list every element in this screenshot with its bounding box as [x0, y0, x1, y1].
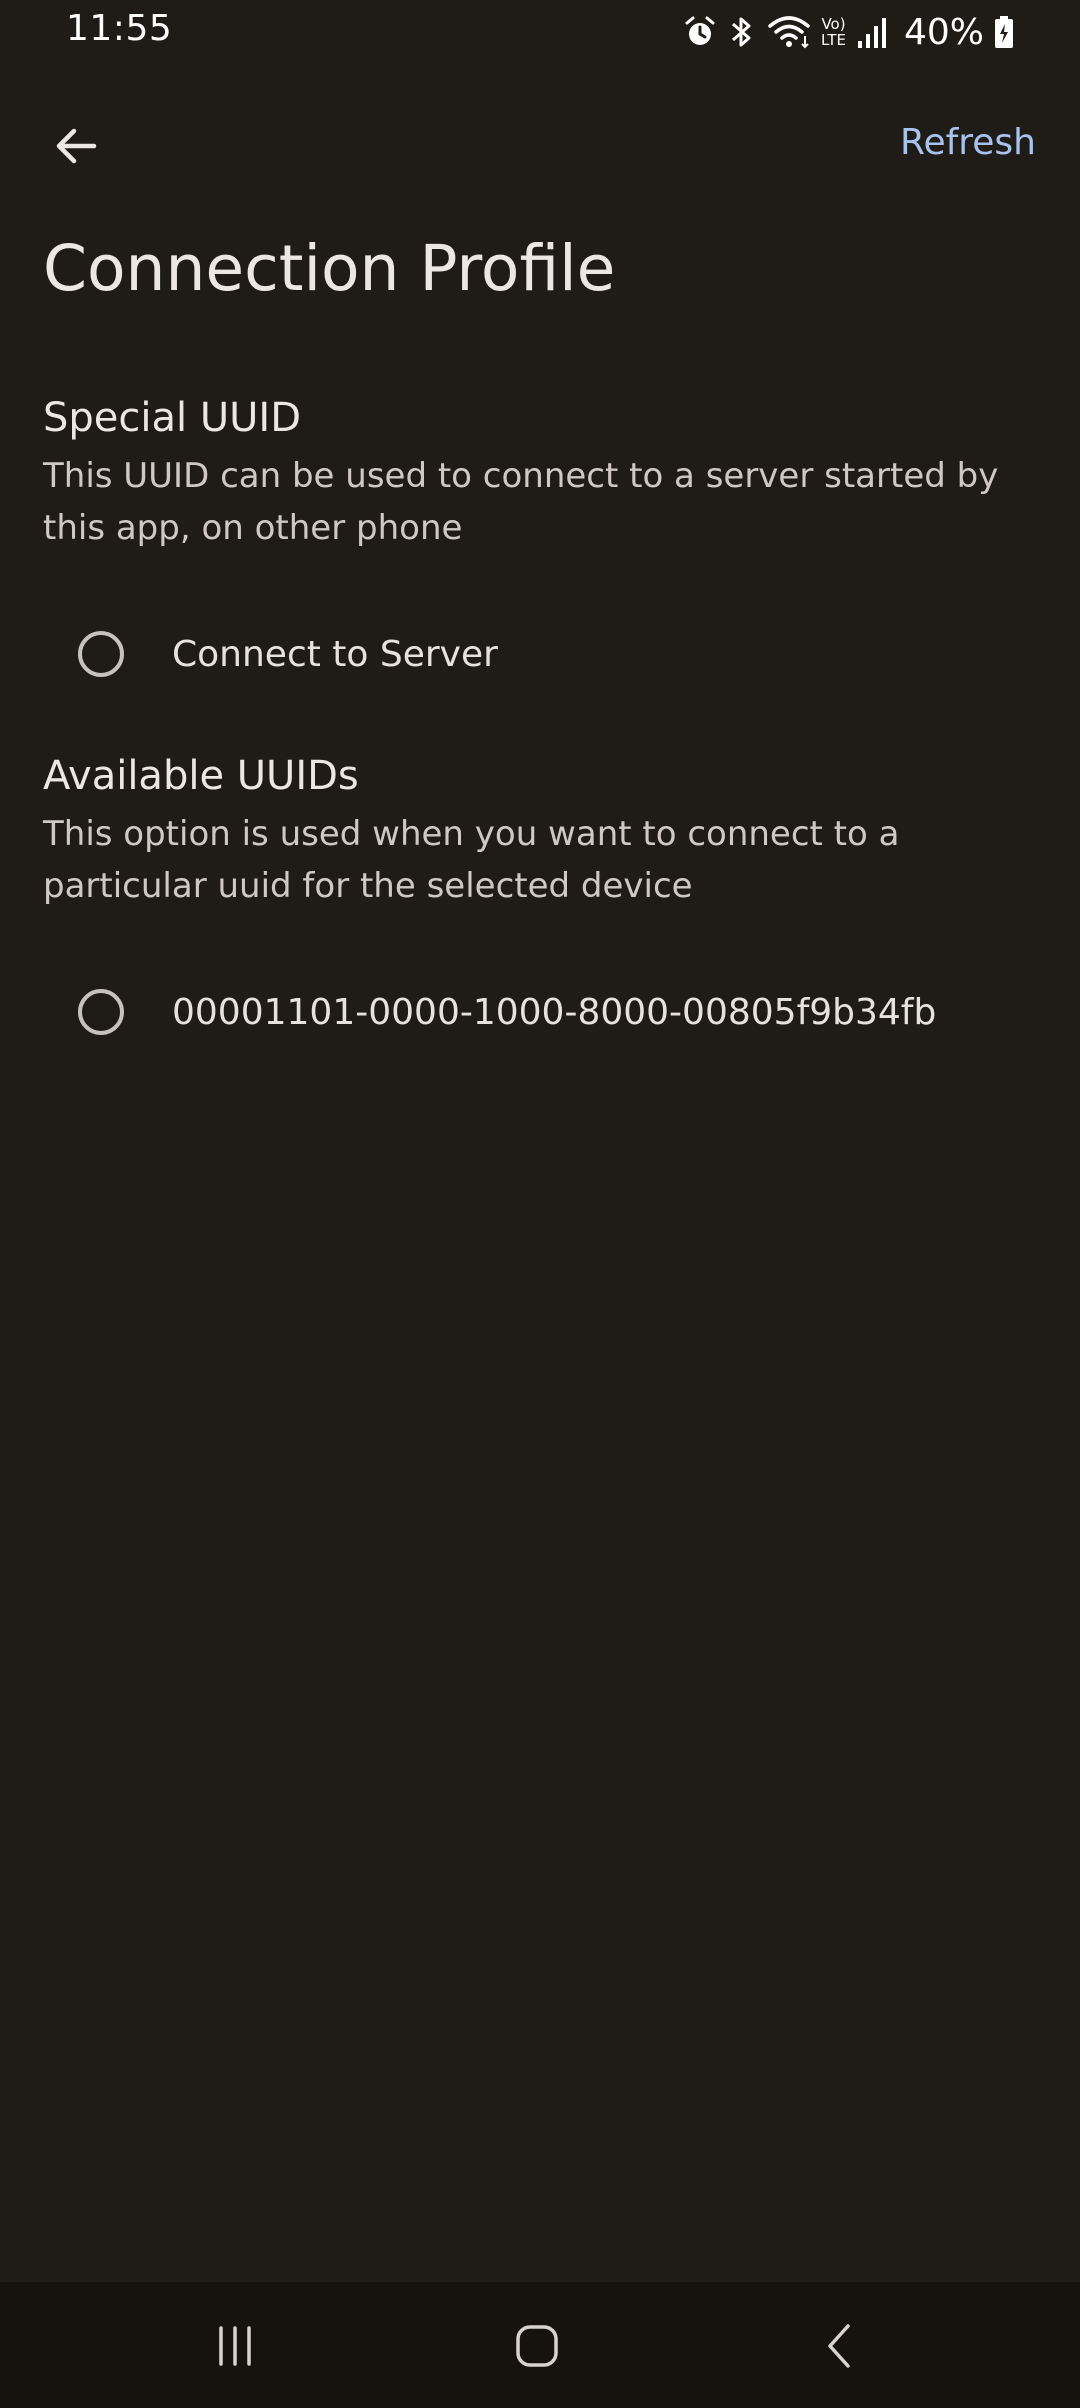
back-button[interactable] [40, 112, 112, 184]
available-uuids-description: This option is used when you want to con… [43, 814, 900, 906]
connect-to-server-radio[interactable] [78, 631, 124, 677]
special-uuid-section: Special UUID This UUID can be used to co… [43, 392, 1023, 554]
available-uuids-section: Available UUIDs This option is used when… [43, 750, 1023, 912]
available-uuids-title: Available UUIDs [43, 753, 359, 799]
special-uuid-description: This UUID can be used to connect to a se… [43, 456, 999, 548]
status-time: 11:55 [66, 8, 173, 49]
volte-top-text: Vo) [821, 15, 846, 33]
back-nav-icon [820, 2322, 860, 2374]
navigation-bar [0, 2282, 1080, 2408]
arrow-back-icon [52, 122, 100, 174]
bluetooth-icon [727, 14, 757, 50]
alarm-icon [683, 15, 717, 49]
volte-bottom-text: LTE [821, 31, 846, 49]
home-icon [514, 2323, 560, 2373]
recent-apps-button[interactable] [195, 2308, 275, 2388]
refresh-button[interactable]: Refresh [900, 122, 1036, 163]
connect-to-server-label[interactable]: Connect to Server [172, 634, 498, 675]
signal-icon [856, 15, 888, 49]
status-icons: Vo) LTE 40% [683, 8, 1014, 56]
volte-icon: Vo) LTE [821, 16, 846, 48]
uuid-option-label[interactable]: 00001101-0000-1000-8000-00805f9b34fb [172, 992, 936, 1033]
battery-charging-icon [994, 15, 1014, 49]
battery-percent: 40% [903, 11, 984, 53]
recent-apps-icon [213, 2324, 257, 2372]
wifi-icon [767, 14, 811, 50]
uuid-option-radio[interactable] [78, 989, 124, 1035]
connect-to-server-option[interactable]: Connect to Server [78, 614, 498, 694]
home-button[interactable] [497, 2308, 577, 2388]
special-uuid-title: Special UUID [43, 395, 301, 441]
uuid-option[interactable]: 00001101-0000-1000-8000-00805f9b34fb [78, 972, 936, 1052]
system-back-button[interactable] [800, 2308, 880, 2388]
status-bar: 11:55 Vo) LTE 40% [0, 0, 1080, 64]
page-title: Connection Profile [43, 232, 616, 305]
